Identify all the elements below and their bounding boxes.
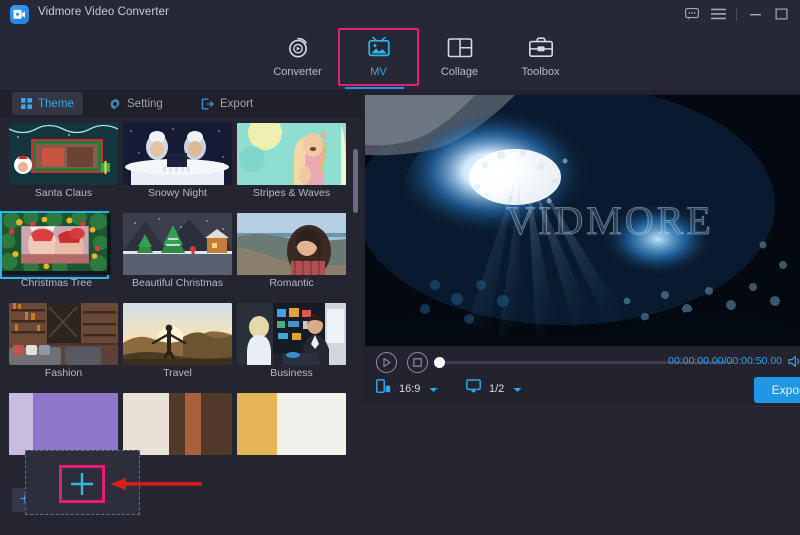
theme-thumbnail bbox=[2, 213, 111, 275]
theme-item-label: Snowy Night bbox=[123, 187, 232, 199]
add-media-plus-icon[interactable] bbox=[68, 472, 96, 496]
theme-item-christmas-tree[interactable]: Christmas Tree bbox=[0, 211, 109, 279]
theme-thumbnail bbox=[9, 393, 118, 455]
theme-thumbnail bbox=[237, 123, 346, 185]
toolbox-icon bbox=[528, 33, 554, 63]
nav-tab-collage[interactable]: Collage bbox=[419, 28, 500, 86]
converter-icon bbox=[285, 33, 311, 63]
theme-scrollbar-track[interactable] bbox=[353, 135, 358, 405]
aspect-ratio-value: 16:9 bbox=[399, 383, 420, 395]
chevron-down-icon[interactable] bbox=[429, 380, 438, 398]
maximize-icon[interactable] bbox=[768, 0, 794, 28]
menu-icon[interactable] bbox=[705, 0, 731, 28]
theme-thumbnail bbox=[123, 213, 232, 275]
theme-item-label: Santa Claus bbox=[9, 187, 118, 199]
aspect-ratio-icon bbox=[376, 379, 391, 398]
tab-setting[interactable]: Setting bbox=[100, 92, 172, 115]
theme-item-label: Romantic bbox=[237, 277, 346, 289]
tab-theme-label: Theme bbox=[38, 98, 74, 110]
nav-tab-toolbox-label: Toolbox bbox=[522, 66, 560, 78]
app-window: Vidmore Video Converter Converte bbox=[0, 0, 800, 535]
theme-item-label: Beautiful Christmas bbox=[123, 277, 232, 289]
theme-thumbnail bbox=[9, 303, 118, 365]
feedback-icon[interactable] bbox=[679, 0, 705, 28]
minimize-icon[interactable] bbox=[742, 0, 768, 28]
theme-item-travel[interactable]: Travel bbox=[123, 303, 232, 371]
video-preview[interactable]: VIDMORE bbox=[365, 95, 800, 346]
nav-tab-mv-label: MV bbox=[370, 66, 387, 78]
export-button-label: Export bbox=[772, 383, 800, 397]
theme-item-label: Christmas Tree bbox=[2, 277, 111, 289]
theme-item-label: Travel bbox=[123, 367, 232, 379]
zoom-level-value: 1/2 bbox=[489, 383, 504, 395]
mv-icon bbox=[365, 33, 393, 63]
theme-item-beautiful-christmas[interactable]: Beautiful Christmas bbox=[123, 213, 232, 281]
main-navigation: Converter MV Collage Toolbox bbox=[0, 28, 800, 90]
nav-tab-mv[interactable]: MV bbox=[338, 28, 419, 86]
theme-item-label: Business bbox=[237, 367, 346, 379]
title-bar: Vidmore Video Converter bbox=[0, 0, 800, 28]
theme-item-business[interactable]: Business bbox=[237, 303, 346, 371]
theme-thumbnail bbox=[237, 303, 346, 365]
collage-icon bbox=[447, 33, 473, 63]
aspect-ratio-control[interactable]: 16:9 bbox=[376, 379, 438, 398]
theme-row: Fashion bbox=[0, 297, 362, 387]
theme-thumbnail bbox=[123, 123, 232, 185]
app-title: Vidmore Video Converter bbox=[38, 6, 169, 18]
theme-item-fashion[interactable]: Fashion bbox=[9, 303, 118, 371]
theme-row: Christmas Tree bbox=[0, 207, 362, 297]
theme-item-partial[interactable] bbox=[237, 393, 346, 461]
tab-setting-label: Setting bbox=[127, 98, 163, 110]
theme-grid: Santa Claus bbox=[0, 117, 362, 477]
export-button[interactable]: Export bbox=[754, 377, 800, 403]
theme-item-snowy-night[interactable]: Snowy Night bbox=[123, 123, 232, 191]
window-controls bbox=[679, 0, 794, 28]
tab-export-label: Export bbox=[220, 98, 253, 110]
theme-item-stripes-waves[interactable]: Stripes & Waves bbox=[237, 123, 346, 191]
theme-item-label: Fashion bbox=[9, 367, 118, 379]
tab-export[interactable]: Export bbox=[192, 92, 262, 115]
theme-item-romantic[interactable]: Romantic bbox=[237, 213, 346, 281]
overlay-text-label: VIDMORE bbox=[451, 197, 714, 244]
nav-tab-collage-label: Collage bbox=[441, 66, 478, 78]
nav-tab-toolbox[interactable]: Toolbox bbox=[500, 28, 581, 86]
theme-item-label: Stripes & Waves bbox=[237, 187, 346, 199]
theme-thumbnail bbox=[123, 303, 232, 365]
app-logo-icon bbox=[10, 5, 29, 24]
tab-theme[interactable]: Theme bbox=[12, 92, 83, 115]
theme-thumbnail bbox=[123, 393, 232, 455]
video-controls: 00:00:00.00/00:00:50.00 16:9 1/2 bbox=[362, 346, 800, 406]
grid-icon bbox=[21, 98, 32, 109]
theme-thumbnail bbox=[9, 123, 118, 185]
window-controls-divider bbox=[736, 8, 737, 21]
timeline-area bbox=[362, 407, 800, 535]
nav-tab-converter[interactable]: Converter bbox=[257, 28, 338, 86]
nav-tab-converter-label: Converter bbox=[273, 66, 321, 78]
video-overlay-text: VIDMORE bbox=[365, 95, 800, 346]
zoom-level-control[interactable]: 1/2 bbox=[466, 379, 522, 398]
sub-tab-bar: Theme Setting Export bbox=[0, 90, 362, 117]
chevron-down-icon[interactable] bbox=[513, 380, 522, 398]
monitor-icon bbox=[466, 379, 481, 398]
nav-active-underline bbox=[345, 87, 404, 89]
theme-row: Santa Claus bbox=[0, 117, 362, 207]
volume-icon[interactable] bbox=[788, 355, 800, 373]
gear-icon bbox=[109, 98, 121, 110]
theme-scrollbar-thumb[interactable] bbox=[353, 149, 358, 213]
left-arrow-annotation bbox=[110, 476, 202, 492]
timecode: 00:00:00.00/00:00:50.00 bbox=[362, 355, 800, 367]
preview-settings-row: 16:9 1/2 Export bbox=[362, 379, 800, 403]
theme-thumbnail bbox=[237, 393, 346, 455]
export-icon bbox=[201, 98, 214, 110]
theme-item-santa-claus[interactable]: Santa Claus bbox=[9, 123, 118, 191]
theme-thumbnail bbox=[237, 213, 346, 275]
